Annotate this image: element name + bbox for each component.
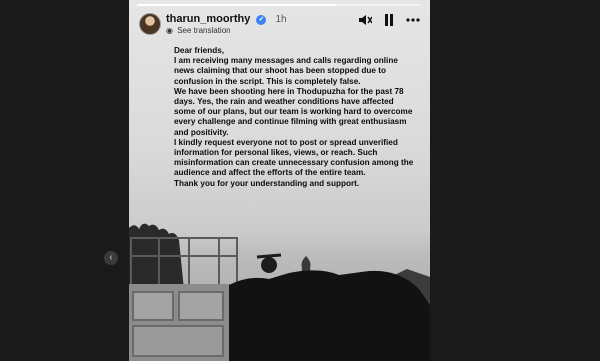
statement-line: Dear friends, <box>174 46 225 55</box>
statement-line: We have been shooting here in Thodupuzha… <box>174 86 413 137</box>
previous-story-button[interactable]: ‹ <box>104 251 118 265</box>
avatar[interactable] <box>139 13 161 35</box>
story-progress-bar <box>137 4 422 6</box>
post-time: 1h <box>275 14 287 25</box>
globe-icon: ◉ <box>166 26 173 35</box>
more-options-icon[interactable] <box>406 13 420 27</box>
statement-line: I am receiving many messages and calls r… <box>174 56 398 86</box>
username-link[interactable]: tharun_moorthy <box>166 13 250 25</box>
story-viewer[interactable]: tharun_moorthy ✓ 1h ◉ See translation De… <box>129 0 430 361</box>
story-header: tharun_moorthy ✓ 1h ◉ See translation <box>139 12 420 36</box>
statement-line: Thank you for your understanding and sup… <box>174 178 360 188</box>
motorcycle-silhouette <box>229 253 430 361</box>
chevron-left-icon: ‹ <box>109 252 113 263</box>
see-translation-link[interactable]: ◉ See translation <box>166 26 231 35</box>
verified-badge-icon: ✓ <box>256 15 267 25</box>
story-controls <box>358 13 420 27</box>
username-line: tharun_moorthy ✓ 1h <box>166 13 287 25</box>
statement-line: I kindly request everyone not to post or… <box>174 137 414 178</box>
mute-icon[interactable] <box>358 13 372 27</box>
see-translation-label: See translation <box>177 26 231 35</box>
story-progress-fill <box>137 4 337 6</box>
truck-silhouette <box>129 237 239 361</box>
story-text-statement: Dear friends, I am receiving many messag… <box>174 46 414 189</box>
pause-icon[interactable] <box>384 13 394 27</box>
